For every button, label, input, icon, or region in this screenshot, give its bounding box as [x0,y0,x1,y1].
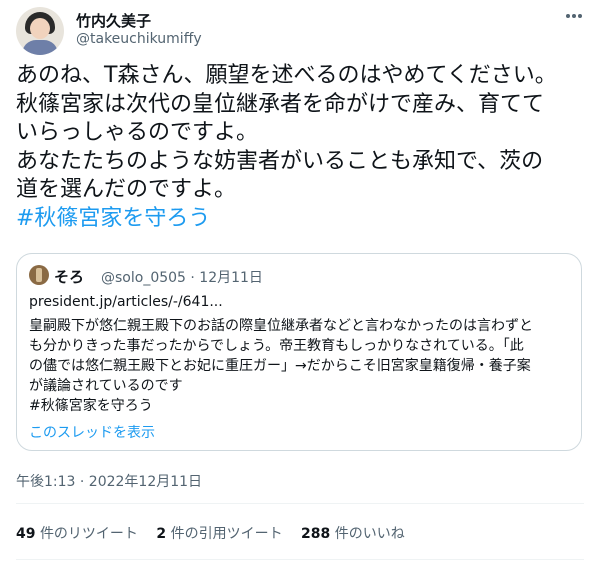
tweet-text: あのね、T森さん、願望を述べるのはやめてください。 秋篠宮家は次代の皇位継承者を… [16,62,586,233]
avatar-face [30,18,50,39]
quotes-count: 2 [156,526,167,542]
author-handle[interactable]: @takeuchikumiffy [76,31,202,47]
tweet-timestamp[interactable]: 午後1:13 · 2022年12月11日 [16,471,202,491]
retweets-label: 件のリツイート [39,526,138,542]
quoted-tweet[interactable]: そろ @solo_0505 · 12月11日 president.jp/arti… [16,253,582,451]
quoted-avatar [29,265,49,285]
retweets-stat[interactable]: 49 件のリツイート [16,526,138,542]
avatar[interactable] [16,7,64,55]
show-thread-link[interactable]: このスレッドを表示 [29,422,155,442]
divider-bottom [16,559,584,560]
quoted-link[interactable]: president.jp/articles/-/641... [29,294,223,310]
quotes-label: 件の引用ツイート [170,526,283,542]
likes-label: 件のいいね [334,526,405,542]
avatar-body [22,40,58,55]
quoted-author-name: そろ [54,268,85,286]
tweet-body: あのね、T森さん、願望を述べるのはやめてください。 秋篠宮家は次代の皇位継承者を… [16,63,557,202]
likes-stat[interactable]: 288 件のいいね [301,526,405,542]
author-name[interactable]: 竹内久美子 [76,10,151,31]
retweets-count: 49 [16,526,36,542]
divider-top [16,503,584,504]
likes-count: 288 [301,526,331,542]
tweet-hashtag[interactable]: #秋篠宮家を守ろう [16,206,210,231]
more-icon[interactable] [566,14,582,22]
quoted-author-meta: @solo_0505 · 12月11日 [101,270,263,286]
quotes-stat[interactable]: 2 件の引用ツイート [156,526,282,542]
quoted-text: 皇嗣殿下が悠仁親王殿下のお話の際皇位継承者などと言わなかったのは言わずと も分か… [29,318,533,414]
engagement-stats: 49 件のリツイート 2 件の引用ツイート 288 件のいいね [16,523,419,543]
